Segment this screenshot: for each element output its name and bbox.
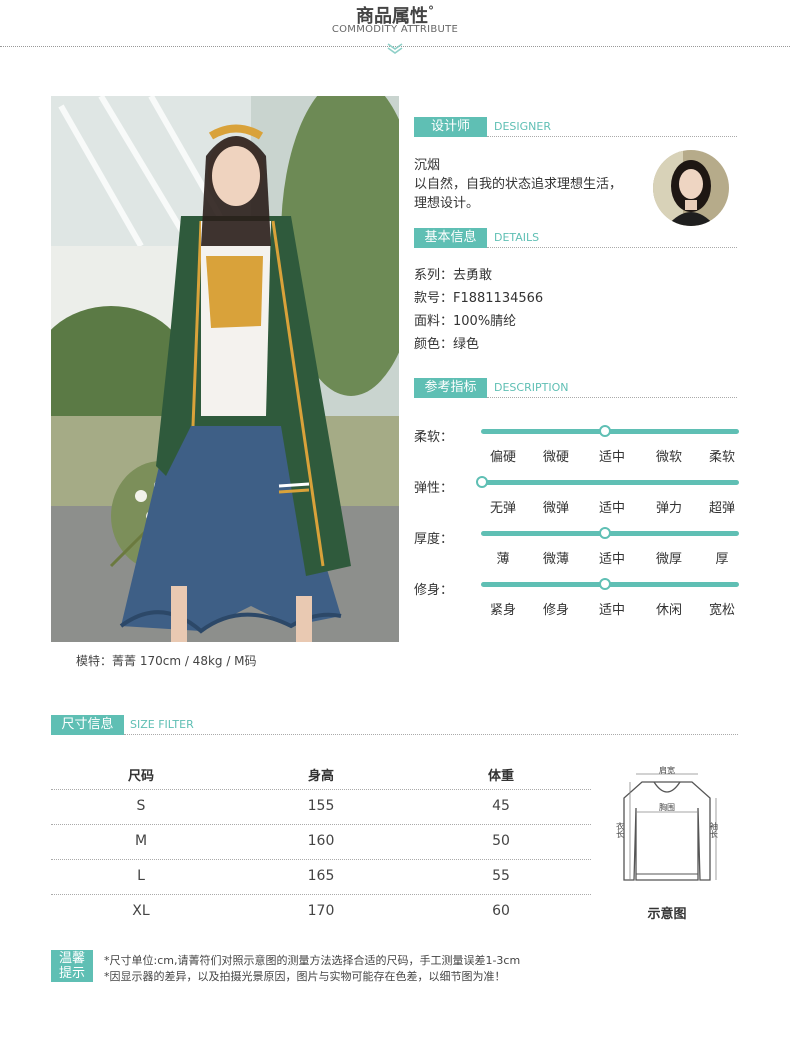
size-tag-en: SIZE FILTER: [130, 718, 194, 731]
table-row-divider: [51, 824, 591, 825]
table-cell: 45: [492, 798, 510, 814]
table-cell: 50: [492, 833, 510, 849]
slider-tick-label: 微薄: [542, 552, 569, 567]
slider-tick-label: 适中: [598, 501, 625, 516]
slider-knob: [599, 578, 611, 590]
slider-tick-label: 超弹: [708, 501, 735, 516]
table-header-height: 身高: [307, 769, 334, 784]
table-cell: 60: [492, 903, 510, 919]
slider-label: 厚度：: [414, 532, 454, 547]
sweater-diagram: 肩宽 胸围 衣长 袖长: [616, 765, 719, 881]
slider-tick-label: 适中: [598, 603, 625, 618]
size-divider: [124, 734, 738, 735]
slider-tick-label: 宽松: [708, 603, 735, 618]
designer-tag: 设计师: [414, 117, 487, 137]
table-row-divider: [51, 789, 591, 790]
size-tag: 尺寸信息: [51, 715, 124, 735]
designer-name: 沉烟: [414, 158, 441, 173]
table-cell: 160: [307, 833, 335, 849]
slider-knob: [599, 425, 611, 437]
slider-tick-label: 薄: [496, 552, 510, 567]
slider-label: 柔软：: [414, 430, 454, 445]
table-cell: 55: [492, 868, 510, 884]
designer-line-2: 理想设计。: [414, 196, 480, 211]
table-cell: 165: [307, 868, 335, 884]
table-cell: XL: [132, 903, 150, 919]
slider-tick-label: 微软: [655, 450, 682, 465]
diagram-caption: 示意图: [647, 907, 687, 922]
chevron-down-icon: [387, 43, 403, 54]
slider-label: 修身：: [414, 583, 454, 598]
slider-tick-label: 偏硬: [489, 450, 516, 465]
table-row-divider: [51, 894, 591, 895]
diagram-label-sleeve: 袖长: [710, 821, 719, 839]
designer-divider: [487, 136, 737, 137]
diagram-label-length: 衣长: [616, 821, 625, 839]
detail-style-no: 款号：F1881134566: [414, 291, 544, 306]
page-subtitle: COMMODITY ATTRIBUTE: [331, 24, 459, 35]
slider-tick-label: 适中: [598, 450, 625, 465]
slider-tick-label: 紧身: [489, 603, 516, 618]
slider-label: 弹性：: [414, 481, 454, 496]
diagram-label-shoulder: 肩宽: [659, 765, 675, 775]
product-photo: [51, 96, 399, 642]
table-cell: S: [136, 798, 146, 814]
detail-series: 系列：去勇敢: [414, 268, 493, 283]
slider-tick-label: 微厚: [655, 552, 682, 567]
designer-line-1: 以自然，自我的状态追求理想生活，: [414, 177, 623, 192]
slider-tick-label: 微弹: [542, 501, 569, 516]
slider-tick-label: 修身: [542, 603, 569, 618]
slider-tick-label: 弹力: [655, 501, 682, 516]
details-tag: 基本信息: [414, 228, 487, 248]
detail-color: 颜色：绿色: [414, 337, 480, 352]
table-row-divider: [51, 859, 591, 860]
model-caption: 模特：菁菁 170cm / 48kg / M码: [76, 654, 257, 668]
table-cell: M: [134, 833, 148, 849]
tips-badge: 温馨 提示: [51, 950, 93, 982]
table-header-size: 尺码: [127, 769, 154, 784]
slider-tick-label: 厚: [715, 552, 729, 567]
description-divider: [487, 397, 737, 398]
slider-tick-label: 无弹: [489, 501, 516, 516]
details-tag-en: DETAILS: [494, 231, 540, 244]
description-tag: 参考指标: [414, 378, 487, 398]
slider-track: [481, 480, 739, 485]
table-cell: L: [137, 868, 145, 884]
table-cell: 170: [307, 903, 335, 919]
slider-tick-label: 适中: [598, 552, 625, 567]
slider-tick-label: 休闲: [655, 603, 682, 618]
designer-tag-en: DESIGNER: [494, 120, 551, 133]
details-divider: [487, 247, 737, 248]
slider-knob: [599, 527, 611, 539]
tips-label-1: 温馨: [58, 951, 85, 966]
slider-tick-label: 柔软: [708, 450, 735, 465]
description-tag-en: DESCRIPTION: [494, 381, 569, 394]
slider-tick-label: 微硬: [542, 450, 569, 465]
diagram-label-chest: 胸围: [659, 802, 675, 812]
detail-fabric: 面料：100%腈纶: [414, 314, 517, 329]
tips-line-1: *尺寸单位:cm,请菁符们对照示意图的测量方法选择合适的尺码，手工测量误差1-3…: [104, 954, 521, 967]
table-cell: 155: [307, 798, 335, 814]
designer-avatar: [653, 150, 729, 226]
tips-label-2: 提示: [58, 966, 85, 981]
table-header-weight: 体重: [487, 769, 514, 784]
tips-line-2: *因显示器的差异，以及拍摄光景原因，图片与实物可能存在色差，以细节图为准！: [104, 970, 506, 983]
designer-bio: 沉烟 以自然，自我的状态追求理想生活， 理想设计。: [414, 156, 622, 213]
slider-knob: [476, 476, 488, 488]
